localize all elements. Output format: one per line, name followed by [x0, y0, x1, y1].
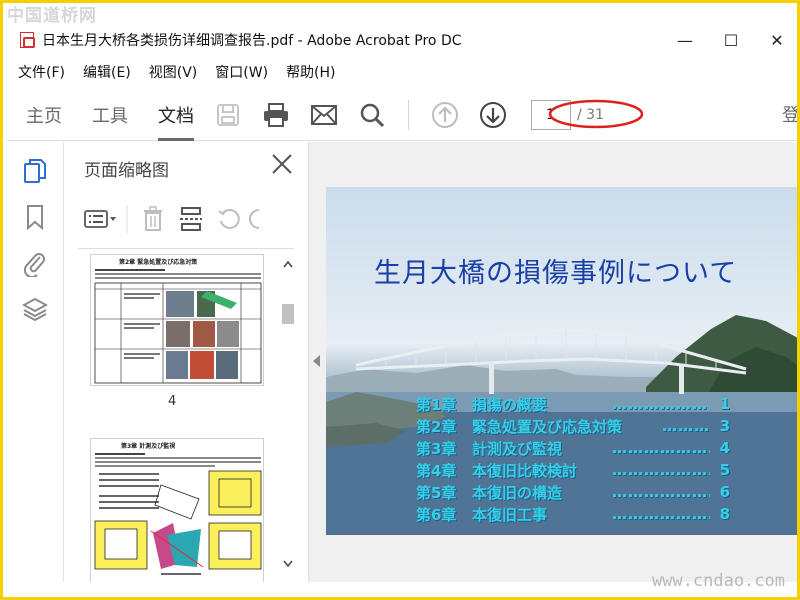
title-bar: 日本生月大桥各类损伤详细调查报告.pdf - Adobe Acrobat Pro…: [6, 25, 797, 55]
print-icon[interactable]: [258, 97, 294, 133]
app-window: 中国道桥网 日本生月大桥各类损伤详细调查报告.pdf - Adobe Acrob…: [0, 0, 800, 600]
toc-page: 1: [719, 395, 730, 413]
insert-page-icon[interactable]: [172, 202, 210, 236]
toc-row: 第6章 本復旧工事 ………………… 8: [416, 503, 730, 525]
pages-icon[interactable]: [6, 148, 64, 194]
toc-name: 本復旧比較検討: [472, 461, 578, 480]
thumbnail-scrollbar[interactable]: [281, 249, 295, 579]
rotate-right-icon[interactable]: [248, 202, 268, 236]
slide-title: 生月大橋の損傷事例について: [374, 258, 738, 289]
toc-page: 8: [719, 505, 730, 523]
minimize-button[interactable]: —: [662, 25, 708, 55]
thumbnail-page-4[interactable]: 第2章 緊急処置及び応急対策: [90, 254, 264, 386]
save-icon[interactable]: [210, 97, 246, 133]
thumbnail-label-4: 4: [168, 394, 177, 409]
toc-chapter: 第3章: [416, 439, 457, 458]
thumbnail-heading: 第3章 計測及び監視: [120, 442, 175, 450]
left-rail: [6, 142, 64, 582]
menu-edit[interactable]: 编辑(E): [83, 62, 131, 82]
toc-name: 本復旧工事: [472, 505, 548, 524]
page-thumbnails-panel: 页面缩略图 第2章 緊急処置及び応急対策 4 第3章 計測及び監視: [64, 142, 309, 582]
panel-title: 页面缩略图: [84, 161, 169, 181]
thumbnail-list: 第2章 緊急処置及び応急対策 4 第3章 計測及び監視: [64, 250, 304, 582]
search-icon[interactable]: [354, 97, 390, 133]
tools-separator: [120, 202, 134, 236]
toc-dots: ………: [662, 417, 710, 435]
pdf-file-icon: [20, 32, 35, 48]
close-button[interactable]: ✕: [754, 25, 797, 55]
menu-window[interactable]: 窗口(W): [215, 62, 268, 82]
menu-view[interactable]: 视图(V): [149, 62, 198, 82]
thumbnail-image: 第2章 緊急処置及び応急対策: [91, 255, 263, 385]
bookmark-icon[interactable]: [6, 194, 64, 240]
toc-dots: …………………: [612, 439, 710, 457]
toc-chapter: 第6章: [416, 505, 457, 524]
tab-home[interactable]: 主页: [26, 89, 62, 141]
toc-chapter: 第2章: [416, 417, 457, 436]
toc-dots: …………………: [612, 505, 710, 523]
collapse-panel-icon[interactable]: [313, 355, 320, 367]
thumbnail-heading: 第2章 緊急処置及び応急対策: [118, 258, 197, 266]
toc-row: 第2章 緊急処置及び応急対策 ……… 3: [416, 415, 730, 437]
window-title: 日本生月大桥各类损伤详细调查报告.pdf - Adobe Acrobat Pro…: [42, 33, 462, 49]
document-view[interactable]: 生月大橋の損傷事例について 第1章 損傷の概要 ………………… 1 第2章 緊急…: [309, 142, 797, 582]
toolbar-separator: [408, 99, 409, 130]
panel-toolbar: [82, 202, 268, 236]
toc-name: 緊急処置及び応急対策: [472, 417, 623, 436]
toc-dots: …………………: [612, 483, 710, 501]
watermark-bottom: www.cndao.com: [651, 571, 785, 591]
watermark-top: 中国道桥网: [7, 6, 97, 26]
toc-name: 計測及び監視: [472, 439, 563, 458]
annotation-circle: [548, 99, 644, 129]
toc-name: 損傷の概要: [472, 395, 548, 414]
menu-help[interactable]: 帮助(H): [286, 62, 335, 82]
page-down-icon[interactable]: [475, 97, 511, 133]
mail-icon[interactable]: [306, 97, 342, 133]
table-of-contents: 第1章 損傷の概要 ………………… 1 第2章 緊急処置及び応急対策 ……… 3…: [416, 393, 730, 525]
toc-page: 3: [719, 417, 730, 435]
panel-divider: [78, 248, 294, 249]
toc-chapter: 第1章: [416, 395, 457, 414]
thumbnail-image: 第3章 計測及び監視: [91, 439, 263, 582]
toc-page: 5: [719, 461, 730, 479]
tab-document[interactable]: 文档: [158, 89, 194, 141]
pdf-page: 生月大橋の損傷事例について 第1章 損傷の概要 ………………… 1 第2章 緊急…: [326, 187, 797, 535]
maximize-button[interactable]: ☐: [708, 25, 754, 55]
thumbnail-page-5[interactable]: 第3章 計測及び監視: [90, 438, 264, 582]
toc-name: 本復旧の構造: [472, 483, 563, 502]
delete-icon[interactable]: [134, 202, 172, 236]
close-panel-icon[interactable]: [270, 152, 294, 176]
toc-page: 4: [719, 439, 730, 457]
menu-file[interactable]: 文件(F): [18, 62, 65, 82]
options-menu-icon[interactable]: [82, 202, 120, 236]
toc-row: 第3章 計測及び監視 ………………… 4: [416, 437, 730, 459]
toc-row: 第1章 損傷の概要 ………………… 1: [416, 393, 730, 415]
toc-page: 6: [719, 483, 730, 501]
tab-tools[interactable]: 工具: [92, 89, 128, 141]
toc-dots: …………………: [612, 395, 710, 413]
toc-row: 第4章 本復旧比較検討 ………………… 5: [416, 459, 730, 481]
toc-dots: …………………: [612, 461, 710, 479]
page-up-icon[interactable]: [427, 97, 463, 133]
login-button[interactable]: 登: [782, 101, 797, 127]
toc-chapter: 第5章: [416, 483, 457, 502]
layers-icon[interactable]: [6, 286, 64, 332]
rotate-icon[interactable]: [210, 202, 248, 236]
toc-row: 第5章 本復旧の構造 ………………… 6: [416, 481, 730, 503]
toc-chapter: 第4章: [416, 461, 457, 480]
menu-bar: 文件(F) 编辑(E) 视图(V) 窗口(W) 帮助(H): [6, 59, 797, 85]
attachment-icon[interactable]: [6, 240, 64, 286]
toolbar: 主页 工具 文档 1 / 31 登: [6, 89, 797, 141]
